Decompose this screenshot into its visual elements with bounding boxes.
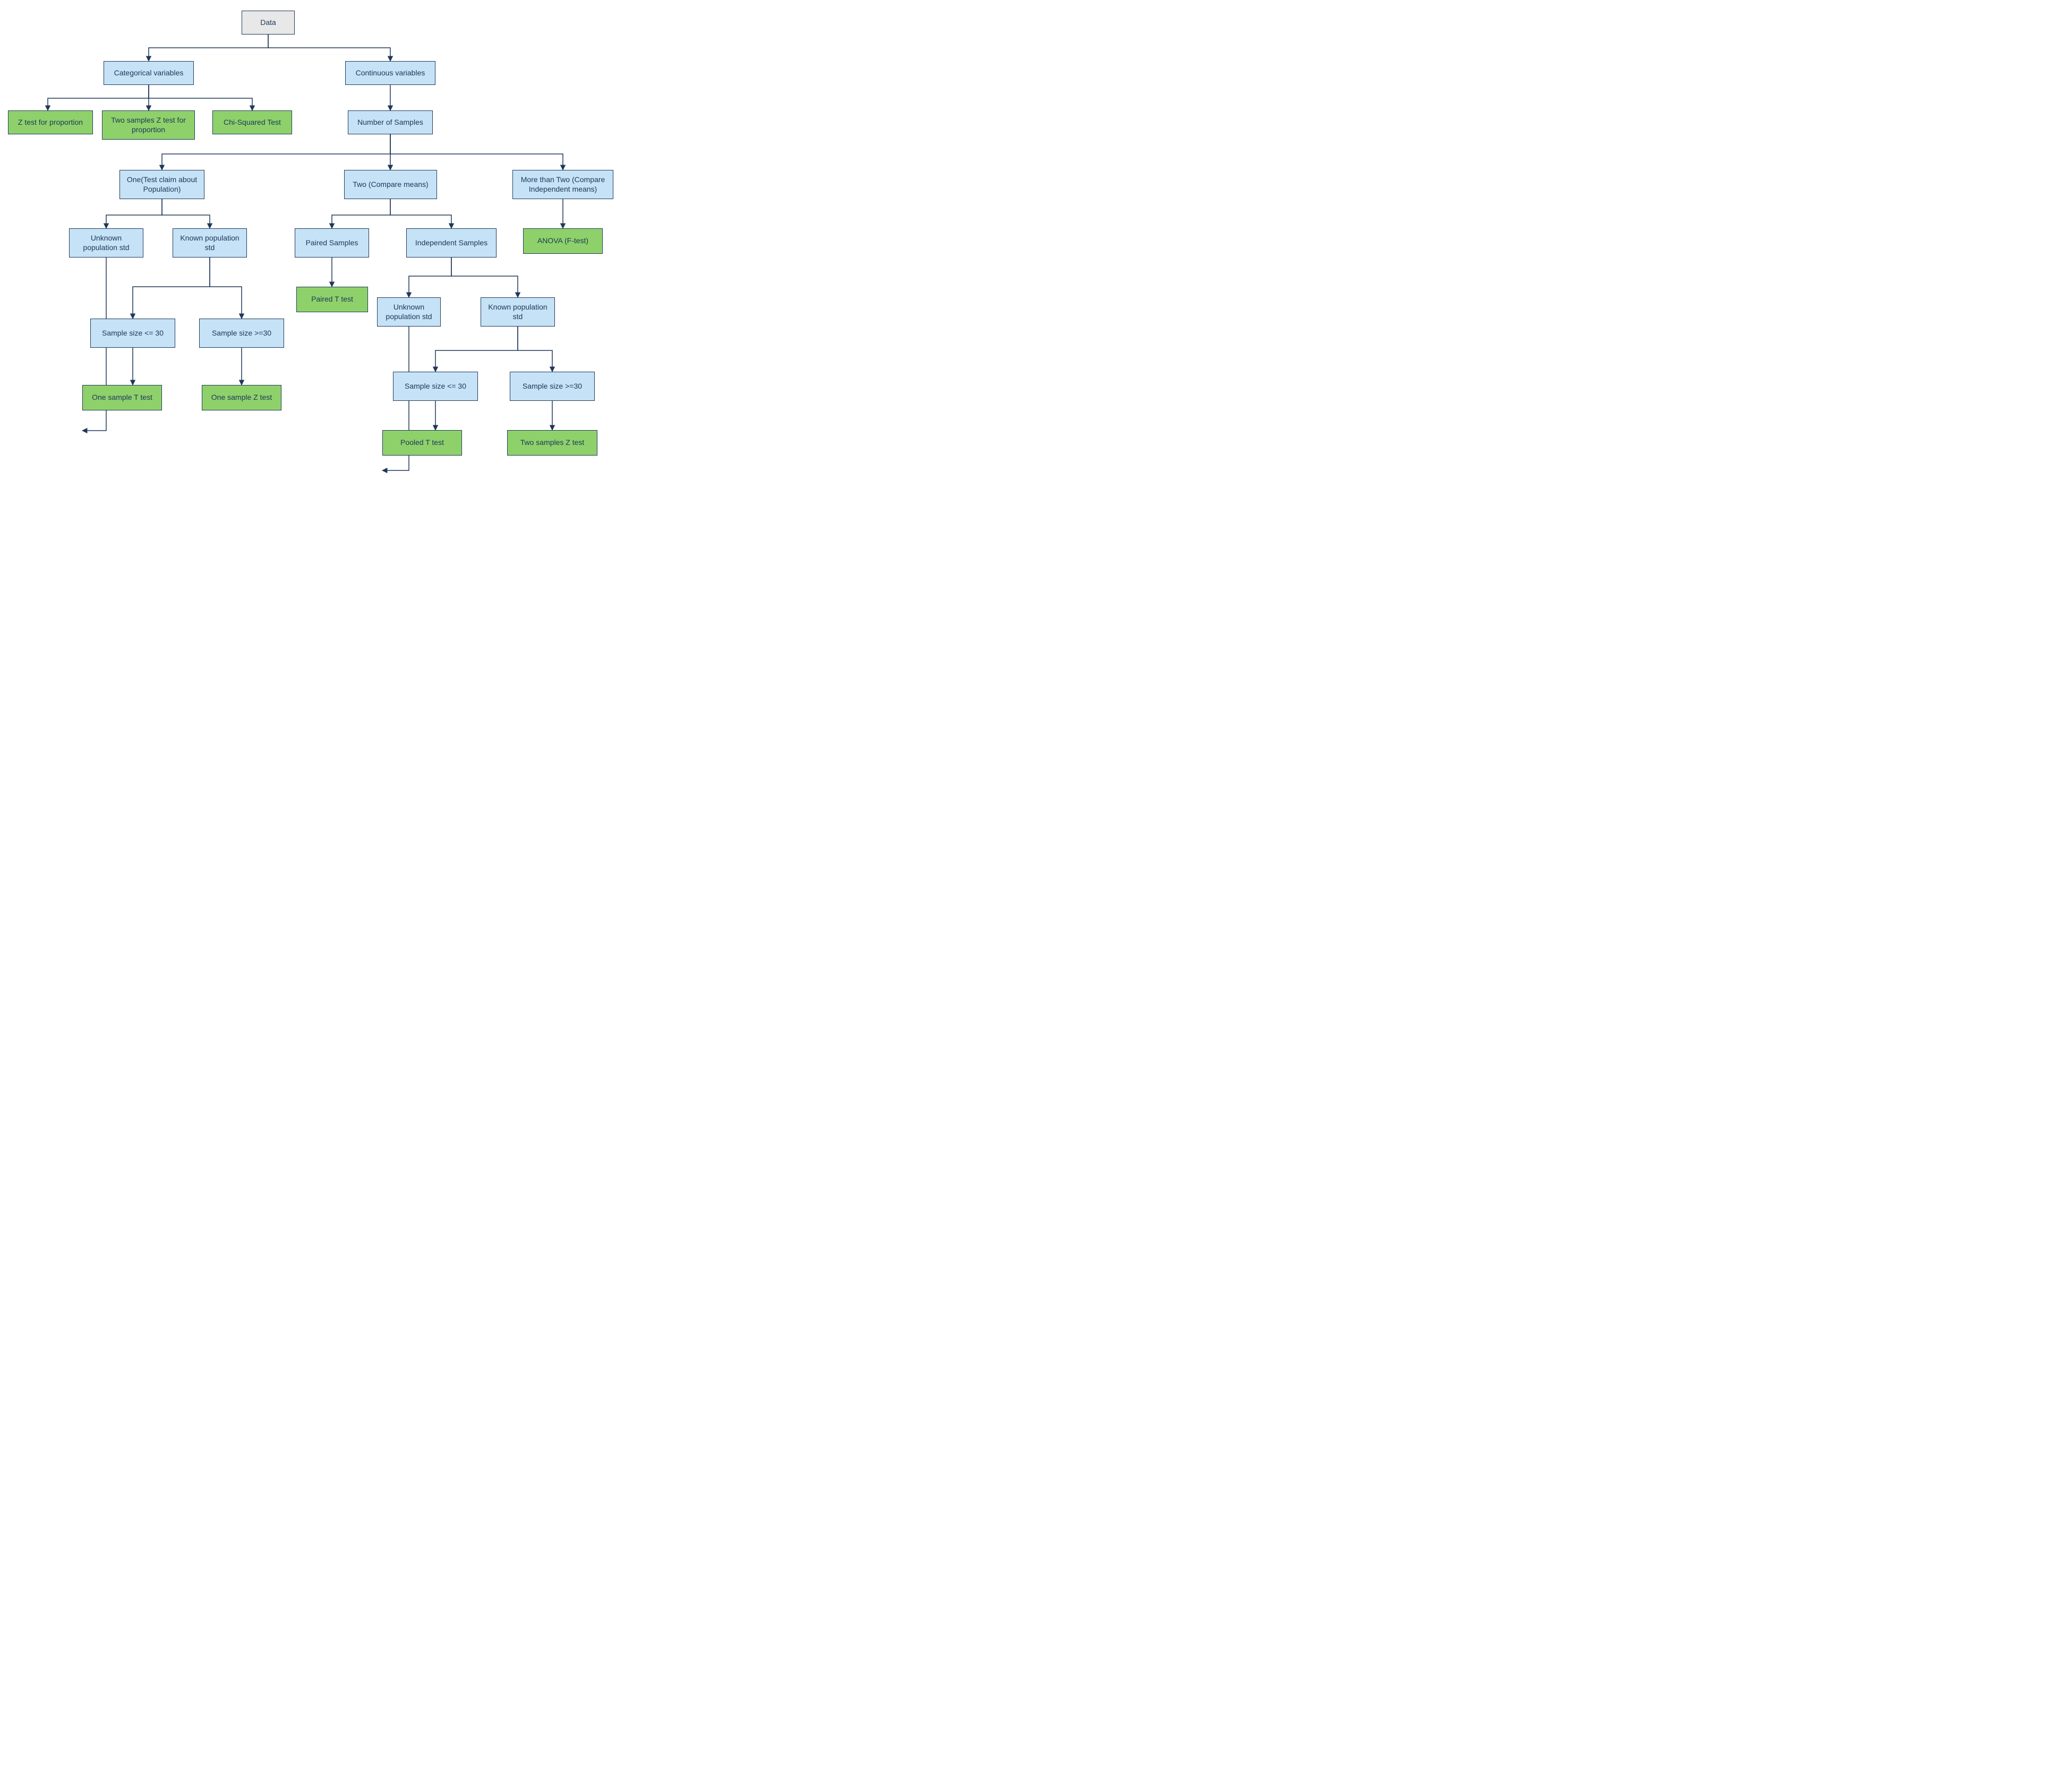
node-unknown-std-2-label: Unknown population std <box>382 303 436 321</box>
node-one-sample-t-test: One sample T test <box>82 385 162 410</box>
node-pooled-t-test-label: Pooled T test <box>400 438 444 448</box>
node-paired-samples-label: Paired Samples <box>306 238 358 248</box>
node-unknown-std-1: Unknown population std <box>69 228 143 258</box>
node-one-sample-z-test-label: One sample Z test <box>211 393 272 402</box>
node-data: Data <box>242 11 295 35</box>
node-number-of-samples-label: Number of Samples <box>357 118 423 127</box>
node-pooled-t-test: Pooled T test <box>382 430 462 456</box>
node-number-of-samples: Number of Samples <box>348 110 433 134</box>
node-one-population: One(Test claim about Population) <box>119 170 204 199</box>
node-continuous: Continuous variables <box>345 61 435 85</box>
node-chi-squared-label: Chi-Squared Test <box>224 118 281 127</box>
node-z-test-proportion: Z test for proportion <box>8 110 93 134</box>
node-sample-ge30-b: Sample size >=30 <box>510 372 595 401</box>
node-unknown-std-1-label: Unknown population std <box>74 234 139 252</box>
node-sample-le30-a: Sample size <= 30 <box>90 319 175 348</box>
node-anova: ANOVA (F-test) <box>523 228 603 254</box>
node-two-samples-z-test-label: Two samples Z test <box>520 438 585 448</box>
node-two-samples-z-test: Two samples Z test <box>507 430 597 456</box>
node-continuous-label: Continuous variables <box>356 68 425 78</box>
node-sample-ge30-a-label: Sample size >=30 <box>212 329 271 338</box>
node-sample-le30-b-label: Sample size <= 30 <box>405 382 466 391</box>
node-known-std-1-label: Known population std <box>177 234 242 252</box>
node-anova-label: ANOVA (F-test) <box>537 236 588 246</box>
node-two-sample-z-proportion-label: Two samples Z test for proportion <box>107 116 190 134</box>
node-one-population-label: One(Test claim about Population) <box>124 175 200 194</box>
node-one-sample-t-test-label: One sample T test <box>92 393 152 402</box>
node-chi-squared: Chi-Squared Test <box>212 110 292 134</box>
node-more-than-two-label: More than Two (Compare Independent means… <box>517 175 609 194</box>
node-two-sample-z-proportion: Two samples Z test for proportion <box>102 110 195 140</box>
node-z-test-proportion-label: Z test for proportion <box>18 118 83 127</box>
node-paired-samples: Paired Samples <box>295 228 369 258</box>
node-independent-samples: Independent Samples <box>406 228 497 258</box>
node-two-compare-means: Two (Compare means) <box>344 170 437 199</box>
node-sample-ge30-b-label: Sample size >=30 <box>523 382 582 391</box>
flowchart-canvas: Data Categorical variables Continuous va… <box>0 0 690 597</box>
node-sample-ge30-a: Sample size >=30 <box>199 319 284 348</box>
node-unknown-std-2: Unknown population std <box>377 297 441 327</box>
node-one-sample-z-test: One sample Z test <box>202 385 281 410</box>
node-two-compare-means-label: Two (Compare means) <box>353 180 428 190</box>
node-known-std-2-label: Known population std <box>485 303 550 321</box>
node-categorical-label: Categorical variables <box>114 68 184 78</box>
node-paired-t-test: Paired T test <box>296 287 368 312</box>
node-sample-le30-b: Sample size <= 30 <box>393 372 478 401</box>
node-independent-samples-label: Independent Samples <box>415 238 487 248</box>
node-sample-le30-a-label: Sample size <= 30 <box>102 329 164 338</box>
node-more-than-two: More than Two (Compare Independent means… <box>512 170 613 199</box>
node-data-label: Data <box>260 18 276 28</box>
node-paired-t-test-label: Paired T test <box>311 295 353 304</box>
node-categorical: Categorical variables <box>104 61 194 85</box>
node-known-std-2: Known population std <box>481 297 555 327</box>
node-known-std-1: Known population std <box>173 228 247 258</box>
